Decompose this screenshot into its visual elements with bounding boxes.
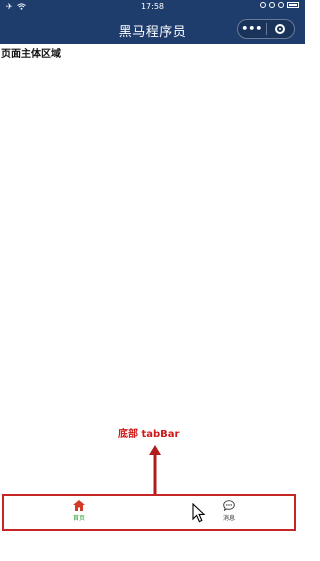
rotation-lock-icon (278, 2, 284, 8)
mouse-cursor-icon (192, 503, 206, 523)
tab-message-label: 消息 (222, 515, 235, 522)
battery-icon (287, 2, 299, 8)
annotation-label: 底部 tabBar (118, 429, 180, 440)
status-right (260, 2, 299, 8)
tab-home-label: 首页 (72, 515, 85, 522)
phone-screen: ✈ 17:58 黑马程序员 ••• 页面主体区域 底部 tabBar 首页 消息 (0, 0, 305, 561)
home-icon (73, 500, 85, 511)
annotation-arrow (149, 445, 161, 495)
navigation-bar: 黑马程序员 ••• (0, 14, 305, 44)
tab-message[interactable]: 消息 (199, 500, 259, 522)
tab-home[interactable]: 首页 (49, 500, 109, 522)
tabbar: 首页 消息 (2, 494, 296, 531)
alarm-icon (260, 2, 266, 8)
more-button[interactable]: ••• (238, 20, 266, 38)
page-body-text: 页面主体区域 (1, 49, 61, 60)
menu-capsule: ••• (237, 19, 295, 39)
close-button[interactable] (267, 24, 295, 34)
message-icon (223, 500, 235, 511)
close-mini-program-icon (275, 24, 286, 34)
location-icon (269, 2, 275, 8)
status-bar: ✈ 17:58 (0, 0, 305, 14)
